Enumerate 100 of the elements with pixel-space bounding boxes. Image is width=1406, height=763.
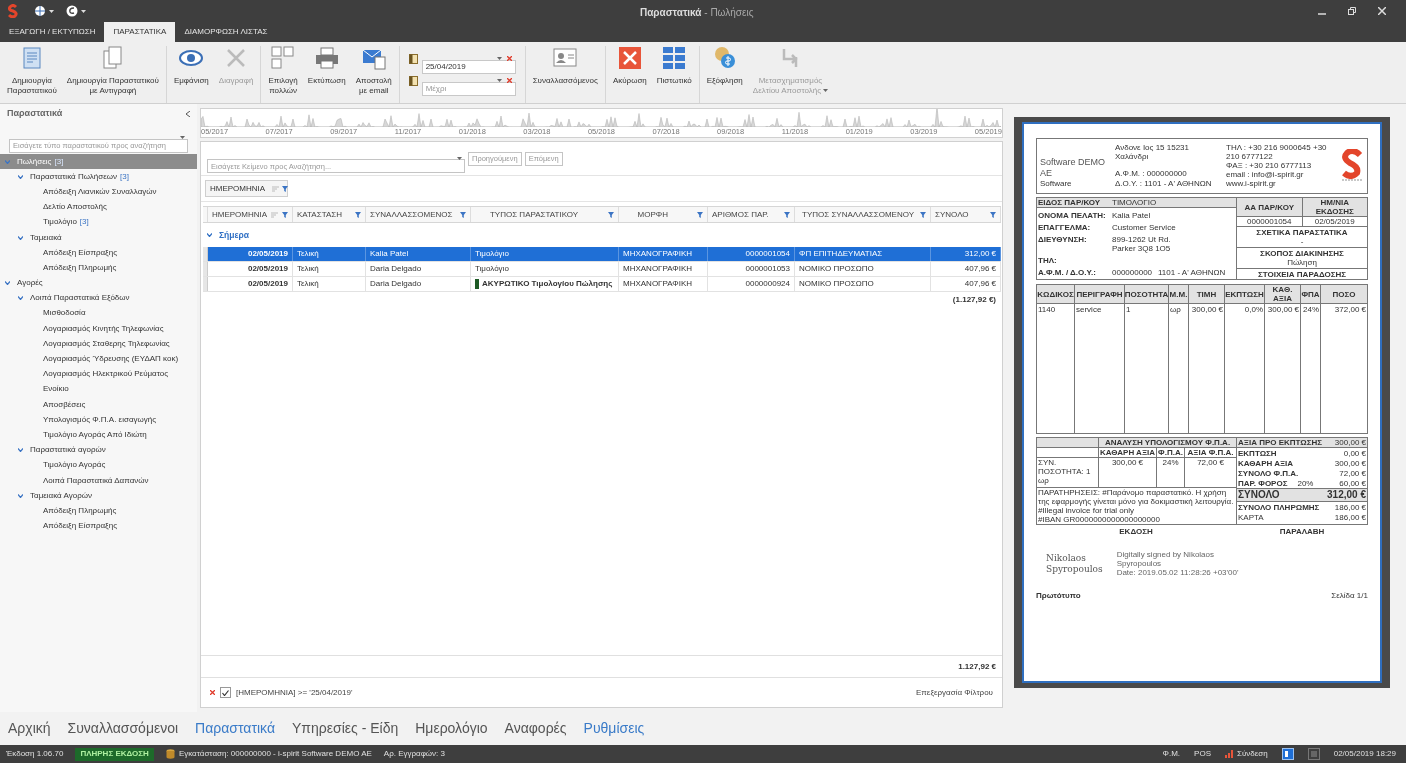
tree-item[interactable]: Δελτίο Αποστολής: [0, 199, 197, 215]
column-header[interactable]: ΗΜΕΡΟΜΗΝΙΑ: [208, 207, 293, 222]
column-header[interactable]: ΣΥΝΑΛΛΑΣΣΟΜΕΝΟΣ: [366, 207, 471, 222]
ribbon-button[interactable]: Ακύρωση: [608, 46, 651, 102]
contact-line: ΤΗΛ : +30 216 9000645 +30: [1226, 143, 1328, 152]
filter-icon[interactable]: [697, 211, 703, 218]
field-label: ΑΑ ΠΑΡ/ΚΟΥ: [1237, 198, 1302, 217]
table-cell: ΜΗΧΑΝΟΓΡΑΦΙΚΗ: [619, 247, 708, 261]
group-row[interactable]: Σήμερα: [207, 228, 249, 242]
tree-item[interactable]: Υπολογισμός Φ.Π.Α. εισαγωγής: [0, 412, 197, 428]
collapse-icon[interactable]: [186, 111, 190, 117]
caret-icon[interactable]: [81, 9, 86, 13]
column-header[interactable]: ΑΡΙΘΜΟΣ ΠΑΡ.: [708, 207, 795, 222]
ribbon-button[interactable]: Εξόφληση: [702, 46, 747, 102]
table-row[interactable]: 02/05/2019 Τελική Daria Delgado ΑΚΥΡΩΤΙΚΟ Τιμολογίου Πώλησης ΜΗΧΑΝΟΓΡΑΦΙΚΗ 0000000924 ΝΟΜΙΚΟ ΠΡΟΣΩΠΟ 407,96 €: [203, 277, 1001, 292]
tree-item[interactable]: Λοιπά Παραστατικά Δαπανών: [0, 472, 197, 489]
layout-icon[interactable]: [1281, 748, 1294, 760]
column-header[interactable]: ΣΥΝΟΛΟ: [931, 207, 1001, 222]
filter-icon[interactable]: [784, 211, 790, 218]
status-item[interactable]: Φ.Μ.: [1162, 748, 1181, 760]
table-cell: Τιμολόγιο: [471, 262, 619, 276]
tree-item[interactable]: Λογαριασμός Ηλεκτρικού Ρεύματος: [0, 366, 197, 382]
column-header[interactable]: ΜΟΡΦΗ: [619, 207, 708, 222]
table-row[interactable]: 02/05/2019 Τελική Daria Delgado Τιμολόγιο ΜΗΧΑΝΟΓΡΑΦΙΚΗ 0000001053 ΝΟΜΙΚΟ ΠΡΟΣΩΠΟ 407,96 €: [203, 262, 1001, 277]
tree-item[interactable]: Παραστατικά Πωλήσεων [3]: [0, 169, 197, 185]
tree-item[interactable]: Αγορές: [0, 275, 197, 291]
module-tab[interactable]: Αρχική: [8, 718, 51, 739]
tree-item[interactable]: Ταμειακά Αγορών: [0, 488, 197, 504]
ribbon-button[interactable]: Συναλλασσόμενος: [528, 46, 602, 102]
module-tab[interactable]: Συναλλασσόμενοι: [67, 718, 179, 739]
field-value: ΤΙΜΟΛΟΓΙΟ: [1112, 198, 1157, 207]
date-field[interactable]: Μέχρι: [421, 81, 516, 96]
records-count: Αρ. Εγγραφών: 3: [383, 748, 445, 760]
footer-total: 1.127,92 €: [958, 660, 996, 673]
ribbon-button[interactable]: Πιστωτικό: [652, 46, 696, 102]
tree-item[interactable]: Τιμολόγιο [3]: [0, 214, 197, 230]
filter-icon[interactable]: [282, 211, 288, 218]
module-tab[interactable]: Ημερολόγιο: [415, 718, 488, 739]
module-tab[interactable]: Υπηρεσίες - Είδη: [292, 718, 399, 739]
tree-item[interactable]: Παραστατικά αγορών: [0, 442, 197, 458]
ribbon-tab[interactable]: ΕΞΑΓΩΓΗ / ΕΚΤΥΠΩΣΗ: [0, 22, 105, 42]
tree-item[interactable]: Ενοίκιο: [0, 381, 197, 397]
filter-checkbox[interactable]: [220, 687, 231, 698]
ribbon-tab[interactable]: ΔΙΑΜΟΡΦΩΣΗ ΛΙΣΤΑΣ: [175, 22, 277, 42]
column-header[interactable]: ΤΥΠΟΣ ΠΑΡΑΣΤΑΤΙΚΟΥ: [471, 207, 619, 222]
edit-filter-link[interactable]: Επεξεργασία Φίλτρου: [916, 686, 993, 699]
tree-item[interactable]: Απόδειξη Είσπραξης: [0, 518, 197, 534]
table-cell: 02/05/2019: [208, 262, 293, 276]
total-label: ΣΥΝΟΛΟ ΠΛΗΡΩΜΗΣ: [1238, 502, 1320, 512]
module-tab[interactable]: Παραστατικά: [195, 718, 275, 739]
table-row[interactable]: 02/05/2019 Τελική Kalia Patel Τιμολόγιο ΜΗΧΑΝΟΓΡΑΦΙΚΗ 0000001054 ΦΠ ΕΠΙΤΗΔΕΥΜΑΤΙΑΣ 312,00 €: [203, 247, 1001, 262]
tree-item[interactable]: Απόδειξη Λιανικών Συναλλαγών: [0, 184, 197, 200]
tree-item[interactable]: Ταμειακά: [0, 229, 197, 246]
ribbon-button[interactable]: Δημιουργία Παραστατικού με Αντιγραφή: [62, 46, 163, 102]
connection-status[interactable]: Σύνδεση: [1225, 748, 1268, 760]
clear-icon[interactable]: [506, 56, 512, 61]
tree-item[interactable]: Λογαριασμός Σταθερης Τηλεφωνίας: [0, 336, 197, 352]
ribbon-button[interactable]: Δημιουργία Παραστατικού: [3, 46, 61, 102]
tree-item[interactable]: Λοιπά Παραστατικά Εξόδων: [0, 290, 197, 306]
table-cell: 0000000924: [708, 277, 795, 291]
filter-icon[interactable]: [355, 211, 361, 218]
status-item[interactable]: POS: [1194, 748, 1211, 760]
chevron-icon: [5, 159, 10, 164]
filter-icon[interactable]: [990, 211, 996, 218]
ribbon-button[interactable]: Επιλογή πολλών: [264, 46, 302, 102]
restore-icon[interactable]: [1348, 7, 1356, 15]
column-header[interactable]: ΚΑΤΑΣΤΑΣΗ: [293, 207, 366, 222]
globe-icon[interactable]: [34, 5, 46, 17]
ribbon-tab[interactable]: ΠΑΡΑΣΤΑΤΙΚΑ: [104, 22, 176, 42]
tree-item[interactable]: Απόδειξη Πληρωμής: [0, 503, 197, 519]
filter-icon[interactable]: [282, 185, 289, 192]
caret-icon[interactable]: [49, 9, 54, 13]
swirl-icon[interactable]: [66, 5, 78, 17]
column-header[interactable]: ΤΥΠΟΣ ΣΥΝΑΛΛΑΣΣΟΜΕΝΟΥ: [795, 207, 931, 222]
module-tab[interactable]: Ρυθμίσεις: [583, 718, 645, 739]
calendar-icon: [408, 54, 418, 64]
tree-item[interactable]: Λογαριασμός Ύδρευσης (ΕΥΔΑΠ κοκ): [0, 351, 197, 367]
tree-item[interactable]: Λογαριασμός Κινητής Τηλεφωνίας: [0, 321, 197, 337]
clear-icon[interactable]: [506, 78, 512, 83]
group-chip[interactable]: ΗΜΕΡΟΜΗΝΙΑ: [205, 180, 288, 197]
chevron-icon: [18, 493, 23, 498]
tree-item[interactable]: Τιμολόγιο Αγοράς Από Ιδιώτη: [0, 427, 197, 443]
tree-item[interactable]: Αποσβέσεις: [0, 397, 197, 413]
ribbon-button[interactable]: Εμφάνιση: [169, 46, 213, 102]
filter-icon[interactable]: [460, 211, 466, 218]
clear-filter-icon[interactable]: [210, 690, 215, 695]
tree-item[interactable]: Μισθοδοσία: [0, 305, 197, 322]
table-cell: 0000001054: [708, 247, 795, 261]
filter-icon[interactable]: [920, 211, 926, 218]
table-cell: Τελική: [293, 277, 366, 291]
close-icon[interactable]: [1378, 7, 1386, 15]
module-tab[interactable]: Αναφορές: [504, 718, 567, 739]
tree-item[interactable]: Τιμολόγιο Αγοράς: [0, 457, 197, 473]
date-field[interactable]: 25/04/2019: [421, 59, 516, 74]
chevron-icon: [18, 448, 23, 453]
tree-item[interactable]: Απόδειξη Είσπραξης: [0, 245, 197, 261]
tree-item[interactable]: Απόδειξη Πληρωμής: [0, 260, 197, 276]
filter-icon[interactable]: [607, 211, 614, 218]
ribbon-button[interactable]: Εκτύπωση: [303, 46, 350, 102]
ribbon-button[interactable]: Αποστολή με email: [351, 46, 396, 102]
